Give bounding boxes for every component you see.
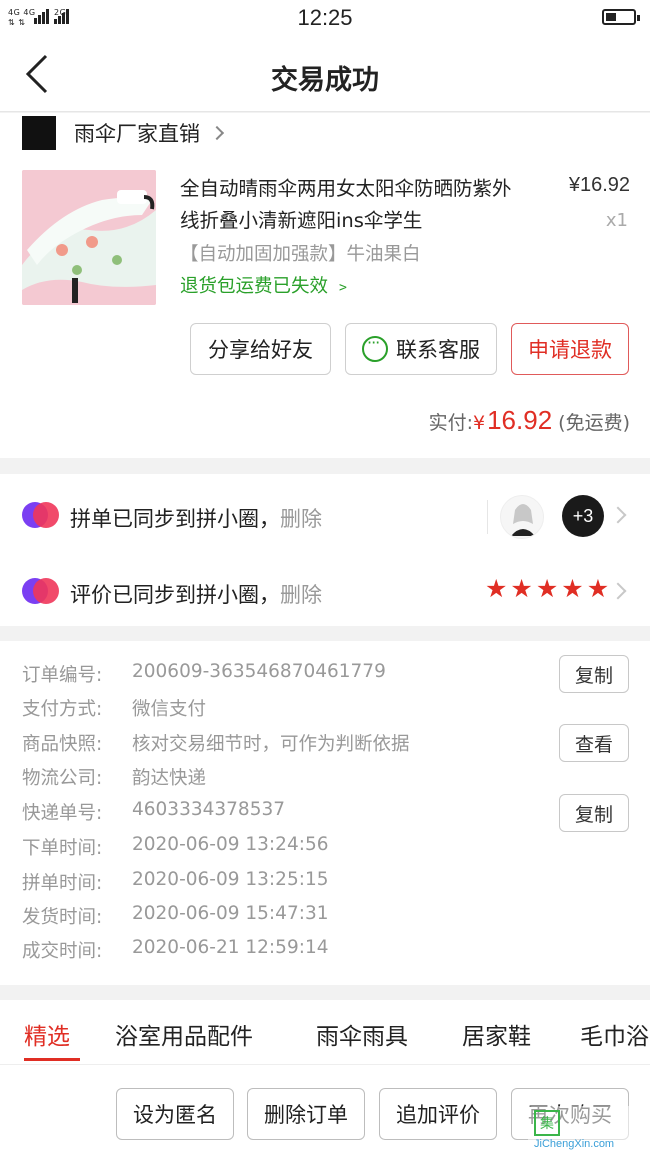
star-icon: ★: [510, 574, 533, 603]
review-sync-text: 评价已同步到拼小圈，删除: [70, 579, 322, 609]
group-time-row: 拼单时间: 2020-06-09 13:25:15: [22, 869, 328, 895]
info-label: 下单时间:: [22, 838, 103, 859]
shipping-note: (免运费): [558, 412, 630, 434]
paid-label: 实付:: [428, 412, 473, 434]
status-bar: 4G 4G ⇅ ⇅ 2G 12:25: [0, 0, 650, 36]
logistics-company-row: 物流公司: 韵达快递: [22, 764, 206, 790]
paid-currency: ¥: [473, 412, 486, 434]
group-sync-text: 拼单已同步到拼小圈，删除: [70, 503, 322, 533]
info-label: 成交时间:: [22, 941, 103, 962]
info-label: 发货时间:: [22, 907, 103, 928]
product-quantity: x1: [605, 210, 628, 231]
group-sync-delete[interactable]: 删除: [280, 507, 322, 531]
category-tabs: 精选 浴室用品配件 雨伞雨具 居家鞋 毛巾浴: [0, 1000, 650, 1064]
ship-time: 2020-06-09 15:47:31: [132, 903, 329, 924]
divider: [487, 500, 488, 534]
avatar: [500, 495, 544, 539]
more-avatars-badge: +3: [562, 495, 604, 537]
info-label: 订单编号:: [22, 665, 103, 686]
tab-towel[interactable]: 毛巾浴: [580, 1017, 649, 1051]
anonymous-button[interactable]: 设为匿名: [116, 1088, 234, 1140]
watermark-icon: 集: [534, 1110, 560, 1136]
star-icon: ★: [586, 574, 610, 603]
contact-service-label: 联系客服: [396, 338, 480, 362]
chevron-right-icon: [609, 582, 627, 600]
copy-order-number-button[interactable]: 复制: [559, 655, 629, 693]
paid-value: 16.92: [487, 405, 553, 435]
info-label: 物流公司:: [22, 768, 103, 789]
tracking-number-row: 快递单号: 4603334378537: [22, 799, 285, 825]
info-label: 商品快照:: [22, 734, 103, 755]
info-label: 快递单号:: [22, 803, 103, 824]
star-icon: ★: [485, 574, 508, 603]
view-snapshot-button[interactable]: 查看: [559, 724, 629, 762]
order-product-card: 雨伞厂家直销 全自动晴雨伞两用女太阳伞防晒防紫外线折叠小清新遮阳ins伞学生 ¥…: [0, 113, 650, 458]
contact-service-button[interactable]: 联系客服: [345, 323, 497, 375]
tab-bathroom[interactable]: 浴室用品配件: [115, 1017, 253, 1051]
payment-method: 微信支付: [132, 699, 207, 720]
product-title[interactable]: 全自动晴雨伞两用女太阳伞防晒防紫外线折叠小清新遮阳ins伞学生: [180, 173, 530, 237]
review-sync-row[interactable]: 评价已同步到拼小圈，删除 ★ ★ ★ ★ ★: [0, 554, 650, 628]
return-shipping-link[interactable]: 退货包运费已失效 ﹥: [180, 272, 352, 298]
chevron-right-icon: ﹥: [328, 276, 353, 297]
order-number-row: 订单编号: 200609-363546870461779: [22, 661, 386, 687]
watermark-logo: 集 JiChengXin.com: [528, 1106, 646, 1154]
share-button[interactable]: 分享给好友: [190, 323, 331, 375]
watermark-text: JiChengXin.com: [534, 1138, 615, 1150]
umbrella-image: [22, 170, 156, 305]
add-review-button[interactable]: 追加评价: [379, 1088, 497, 1140]
pinxiaoquan-icon: [22, 502, 59, 528]
rating-stars: ★ ★ ★ ★ ★: [485, 575, 609, 603]
pinxiaoquan-icon: [22, 578, 59, 604]
product-price: ¥16.92: [568, 174, 630, 196]
delete-order-button[interactable]: 删除订单: [247, 1088, 365, 1140]
star-icon: ★: [535, 574, 559, 603]
star-icon: ★: [561, 574, 584, 603]
chevron-right-icon: [609, 506, 627, 524]
info-label: 拼单时间:: [22, 873, 103, 894]
copy-tracking-button[interactable]: 复制: [559, 794, 629, 832]
page-title: 交易成功: [271, 65, 379, 96]
snapshot-row: 商品快照: 核对交易细节时，可作为判断依据: [22, 730, 410, 756]
logistics-company: 韵达快递: [132, 768, 207, 789]
tab-featured[interactable]: 精选: [24, 1017, 70, 1051]
review-sync-label: 评价已同步到拼小圈，: [70, 583, 280, 607]
shop-link[interactable]: 雨伞厂家直销: [22, 116, 225, 150]
chat-icon: [362, 333, 388, 362]
shop-logo: [22, 116, 56, 150]
order-number: 200609-363546870461779: [132, 661, 386, 682]
group-sync-label: 拼单已同步到拼小圈，: [70, 507, 280, 531]
review-sync-delete[interactable]: 删除: [280, 583, 322, 607]
order-time: 2020-06-09 13:24:56: [132, 834, 329, 855]
sync-card: 拼单已同步到拼小圈，删除 +3 评价已同步到拼小圈，删除 ★ ★ ★ ★ ★: [0, 474, 650, 626]
info-label: 支付方式:: [22, 699, 103, 720]
ship-time-row: 发货时间: 2020-06-09 15:47:31: [22, 903, 328, 929]
nav-bar: 交易成功: [0, 36, 650, 112]
active-tab-indicator: [24, 1058, 80, 1061]
shop-name: 雨伞厂家直销: [74, 122, 200, 146]
order-info-card: 订单编号: 200609-363546870461779 复制 支付方式: 微信支付…: [0, 641, 650, 985]
product-image[interactable]: [22, 170, 156, 305]
chevron-right-icon: [209, 125, 225, 141]
battery-icon: [602, 9, 640, 25]
refund-button[interactable]: 申请退款: [511, 323, 629, 375]
tracking-number: 4603334378537: [132, 799, 286, 820]
payment-method-row: 支付方式: 微信支付: [22, 695, 206, 721]
tab-umbrella[interactable]: 雨伞雨具: [316, 1017, 408, 1051]
snapshot-hint: 核对交易细节时，可作为判断依据: [132, 734, 410, 755]
clock: 12:25: [297, 5, 353, 30]
order-time-row: 下单时间: 2020-06-09 13:24:56: [22, 834, 328, 860]
group-sync-row[interactable]: 拼单已同步到拼小圈，删除 +3: [0, 478, 650, 552]
product-spec: 【自动加固加强款】牛油果白: [180, 244, 421, 265]
deal-time: 2020-06-21 12:59:14: [132, 937, 329, 958]
paid-amount: 实付: ¥ 16.92 (免运费): [429, 405, 630, 436]
return-shipping-text: 退货包运费已失效: [180, 276, 329, 297]
tab-slippers[interactable]: 居家鞋: [462, 1017, 531, 1051]
group-time: 2020-06-09 13:25:15: [132, 869, 329, 890]
deal-time-row: 成交时间: 2020-06-21 12:59:14: [22, 937, 328, 963]
